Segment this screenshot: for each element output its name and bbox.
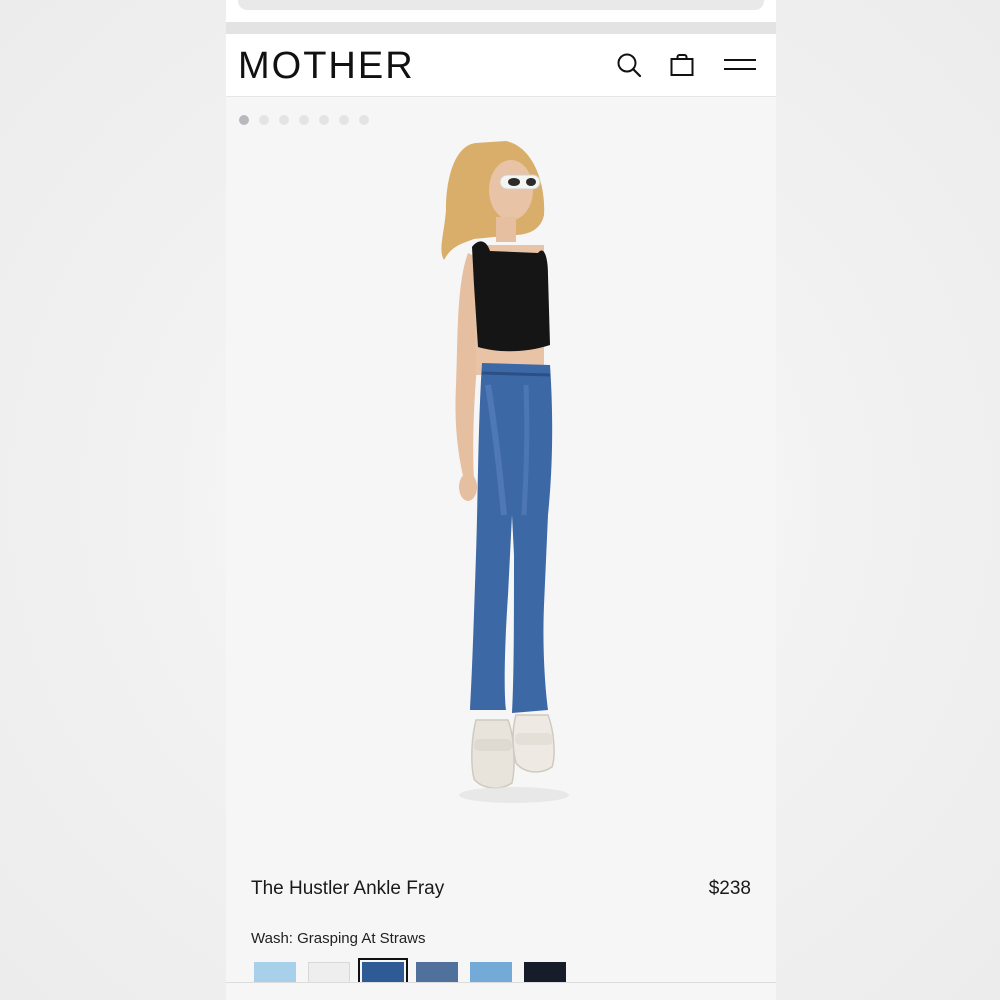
- shopping-bag-icon: [670, 54, 694, 76]
- cart-button[interactable]: [665, 48, 699, 82]
- search-button[interactable]: [612, 48, 646, 82]
- gallery-dot[interactable]: [279, 115, 289, 125]
- search-icon: [617, 53, 642, 78]
- gallery-dot[interactable]: [319, 115, 329, 125]
- gallery-dot[interactable]: [259, 115, 269, 125]
- product-title: The Hustler Ankle Fray: [251, 878, 445, 899]
- browser-toolbar: [226, 0, 776, 22]
- address-bar[interactable]: [238, 0, 764, 10]
- product-photo[interactable]: [416, 135, 586, 815]
- gallery-dot[interactable]: [239, 115, 249, 125]
- menu-icon: [724, 59, 756, 70]
- brand-logo[interactable]: MOTHER: [238, 44, 415, 88]
- phone-screen: MOTHER The Hustler Ankle Fray $238 Wash:…: [226, 0, 776, 1000]
- site-header: MOTHER: [226, 34, 776, 97]
- toolbar-divider: [226, 22, 776, 34]
- wash-label: Wash: Grasping At Straws: [251, 930, 426, 947]
- gallery-pagination: [239, 115, 369, 125]
- bottom-bar: [226, 982, 776, 1000]
- product-price: $238: [708, 878, 751, 899]
- gallery-dot[interactable]: [339, 115, 349, 125]
- gallery-dot[interactable]: [359, 115, 369, 125]
- menu-button[interactable]: [720, 48, 760, 82]
- gallery-dot[interactable]: [299, 115, 309, 125]
